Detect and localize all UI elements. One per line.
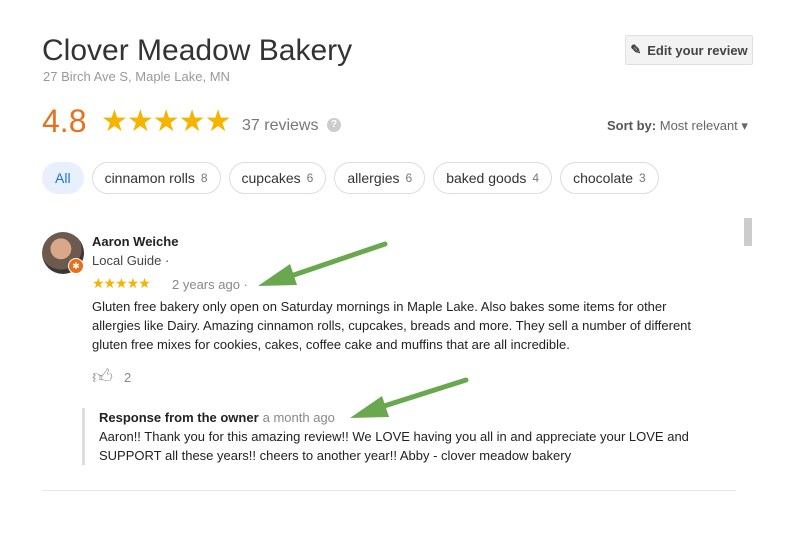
arrow-icon [350, 377, 469, 418]
annotation-arrows [258, 241, 469, 418]
arrow-icon [258, 241, 388, 286]
